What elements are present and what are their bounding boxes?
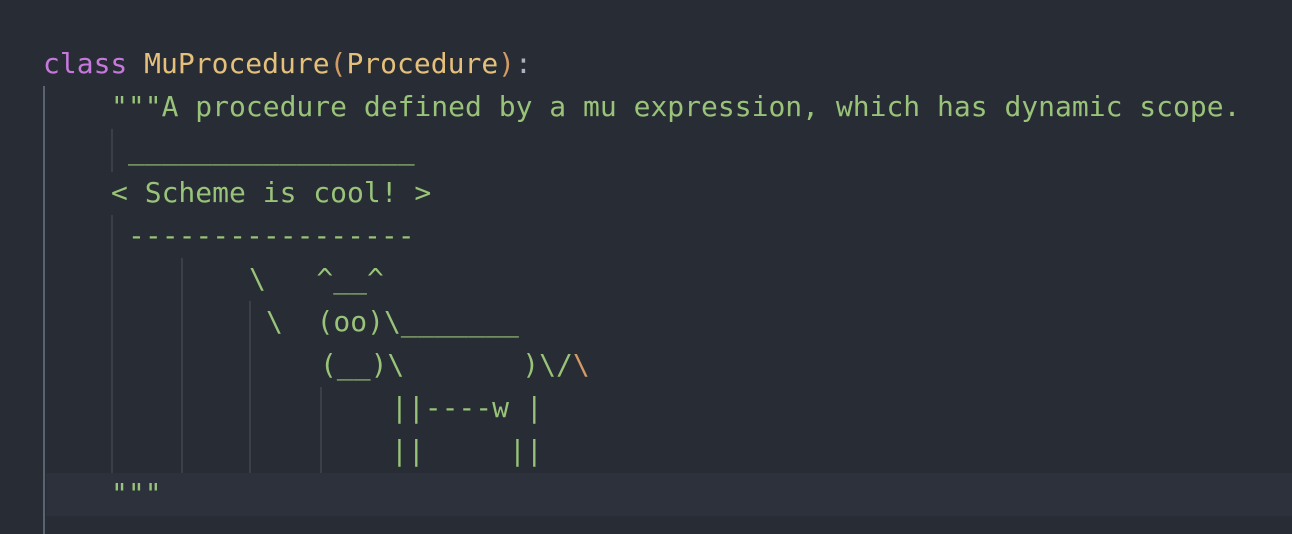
ascii-cow-legs-bottom: || || [391,434,543,467]
paren-open: ( [329,47,347,80]
code-line-cow-legs-top[interactable]: ||----w | [0,386,1292,429]
ascii-speech-bubble-bottom: ----------------- [128,219,415,252]
code-editor[interactable]: class MuProcedure(Procedure): """A proce… [0,0,1292,534]
code-line-cow-message[interactable]: < Scheme is cool! > [0,171,1292,214]
ascii-cow-legs-top: ||----w | [391,391,543,424]
escape-backslash: \ [572,348,590,381]
class-name: MuProcedure [144,47,330,80]
ascii-speech-bubble-top: _________________ [128,133,415,166]
code-line-cow-top[interactable]: _________________ [0,128,1292,171]
code-line-cow-bottom[interactable]: ----------------- [0,214,1292,257]
keyword-class: class [43,47,128,80]
paren-close: ) [498,47,516,80]
code-line-cow-body[interactable]: (__)\ )\/\ [0,343,1292,386]
docstring-end: """ [111,477,162,510]
ascii-speech-bubble-text: < Scheme is cool! > [111,176,432,209]
code-line-docstring-end[interactable]: """ [0,472,1292,515]
code-line-docstring-start[interactable]: """A procedure defined by a mu expressio… [0,85,1292,128]
ascii-cow-ears: \ ^__^ [249,262,384,295]
base-class-name: Procedure [346,47,499,80]
ascii-cow-face: \ (oo)\_______ [266,305,519,338]
colon: : [515,47,532,80]
ascii-cow-body: (__)\ )\/ [320,348,573,381]
code-line-cow-legs-bottom[interactable]: || || [0,429,1292,472]
code-line-class-def[interactable]: class MuProcedure(Procedure): [0,42,1292,85]
code-line-cow-ears[interactable]: \ ^__^ [0,257,1292,300]
code-line-cow-face[interactable]: \ (oo)\_______ [0,300,1292,343]
docstring-text: """A procedure defined by a mu expressio… [111,90,1241,123]
